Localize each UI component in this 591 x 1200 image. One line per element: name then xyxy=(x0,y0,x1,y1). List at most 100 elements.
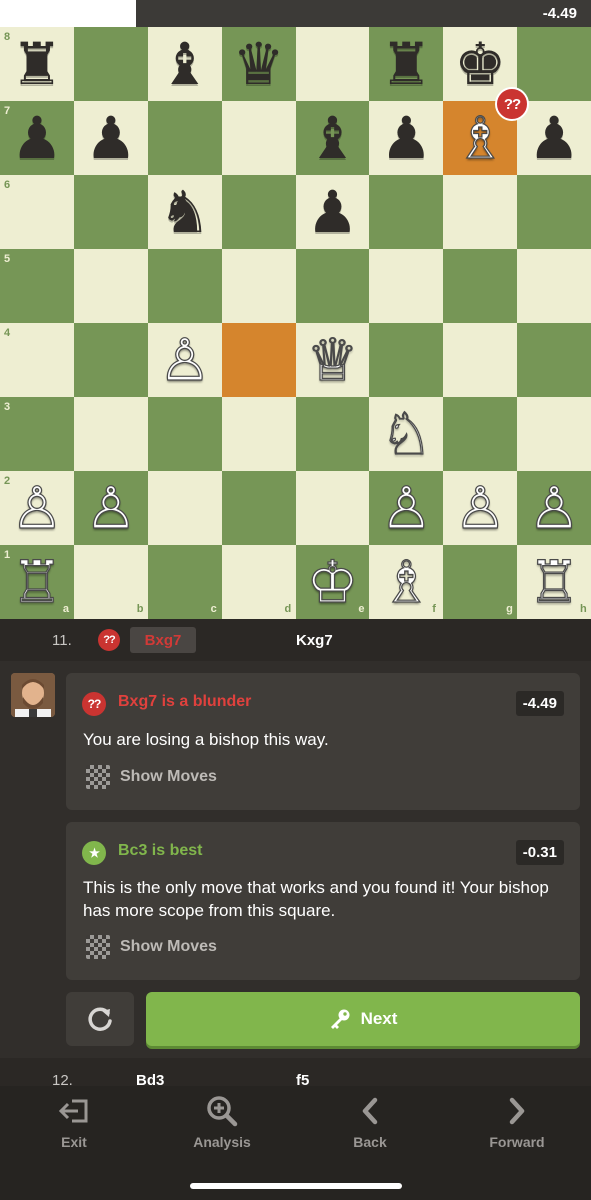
square-h8[interactable] xyxy=(517,27,591,101)
nav-analysis[interactable]: Analysis xyxy=(148,1096,296,1150)
rank-label: 3 xyxy=(4,401,11,413)
black-queen[interactable]: ♛ xyxy=(222,27,296,101)
black-pawn[interactable]: ♟ xyxy=(74,101,148,175)
chevron-left-icon xyxy=(362,1097,378,1125)
move-number: 11. xyxy=(52,632,72,649)
nav-exit[interactable]: Exit xyxy=(0,1096,148,1150)
square-b3[interactable] xyxy=(73,397,148,471)
square-c7[interactable] xyxy=(147,101,222,175)
chess-board[interactable]: 8 7 6 5 4 3 2 1 a b c d e f g h ♜ ♝ ♛ ♜ ♚ ♟ ♟ ♝ ♟ ♗ ♟ ♞ ♟ ♙ ♕ ♘ ♙ ♙ ♙ ♙ ♙ ♖ ♔ ♗… xyxy=(0,27,591,619)
square-d4[interactable] xyxy=(221,323,296,397)
move-list-row: 11. ?? Bxg7 Kxg7 xyxy=(0,619,591,661)
square-a5[interactable] xyxy=(0,249,74,323)
square-a6[interactable] xyxy=(0,175,74,249)
square-f5[interactable] xyxy=(369,249,444,323)
square-c5[interactable] xyxy=(147,249,222,323)
nav-forward[interactable]: Forward xyxy=(443,1096,591,1150)
square-d3[interactable] xyxy=(221,397,296,471)
black-rook[interactable]: ♜ xyxy=(0,27,74,101)
square-h5[interactable] xyxy=(517,249,591,323)
nav-label: Analysis xyxy=(193,1134,251,1150)
white-pawn[interactable]: ♙ xyxy=(369,471,443,545)
white-pawn[interactable]: ♙ xyxy=(74,471,148,545)
eval-value: -4.49 xyxy=(542,5,577,22)
square-e3[interactable] xyxy=(295,397,370,471)
black-move[interactable]: Kxg7 xyxy=(296,632,333,649)
rank-label: 6 xyxy=(4,179,11,191)
eval-bar: -4.49 xyxy=(0,0,591,27)
black-pawn[interactable]: ♟ xyxy=(0,101,74,175)
feedback-score: -0.31 xyxy=(515,840,564,865)
square-h3[interactable] xyxy=(517,397,591,471)
black-bishop[interactable]: ♝ xyxy=(296,101,370,175)
black-knight[interactable]: ♞ xyxy=(148,175,222,249)
square-b5[interactable] xyxy=(73,249,148,323)
square-g6[interactable] xyxy=(443,175,518,249)
square-d6[interactable] xyxy=(221,175,296,249)
show-moves-label: Show Moves xyxy=(120,938,217,955)
white-move[interactable]: Bxg7 xyxy=(130,627,196,653)
black-pawn[interactable]: ♟ xyxy=(296,175,370,249)
nav-back[interactable]: Back xyxy=(296,1096,444,1150)
square-a3[interactable] xyxy=(0,397,74,471)
white-pawn[interactable]: ♙ xyxy=(148,323,222,397)
white-knight[interactable]: ♘ xyxy=(369,397,443,471)
square-h4[interactable] xyxy=(517,323,591,397)
white-rook[interactable]: ♖ xyxy=(517,545,591,619)
show-moves-button[interactable]: Show Moves xyxy=(86,765,217,789)
home-indicator[interactable] xyxy=(190,1183,402,1189)
white-pawn[interactable]: ♙ xyxy=(0,471,74,545)
show-moves-label: Show Moves xyxy=(120,768,217,785)
star-icon: ★ xyxy=(82,841,106,865)
feedback-title: Bxg7 is a blunder xyxy=(118,693,252,710)
board-icon xyxy=(86,935,110,959)
square-g3[interactable] xyxy=(443,397,518,471)
square-d2[interactable] xyxy=(221,471,296,545)
square-e8[interactable] xyxy=(295,27,370,101)
feedback-description: This is the only move that works and you… xyxy=(83,878,549,920)
square-f4[interactable] xyxy=(369,323,444,397)
nav-label: Forward xyxy=(489,1134,545,1150)
square-b4[interactable] xyxy=(73,323,148,397)
show-moves-button[interactable]: Show Moves xyxy=(86,935,217,959)
white-pawn[interactable]: ♙ xyxy=(443,471,517,545)
square-h6[interactable] xyxy=(517,175,591,249)
blunder-icon: ?? xyxy=(495,87,529,121)
nav-label: Exit xyxy=(61,1134,87,1150)
square-d7[interactable] xyxy=(221,101,296,175)
blunder-icon: ?? xyxy=(98,629,120,651)
rank-label: 5 xyxy=(4,253,11,265)
white-king[interactable]: ♔ xyxy=(296,545,370,619)
blunder-icon: ?? xyxy=(82,692,106,716)
black-pawn[interactable]: ♟ xyxy=(369,101,443,175)
key-icon xyxy=(330,1009,350,1029)
feedback-title: Bc3 is best xyxy=(118,842,203,859)
file-label: g xyxy=(506,603,513,615)
square-e2[interactable] xyxy=(295,471,370,545)
square-d5[interactable] xyxy=(221,249,296,323)
square-g4[interactable] xyxy=(443,323,518,397)
white-bishop[interactable]: ♗ xyxy=(369,545,443,619)
file-label: b xyxy=(136,603,144,615)
move-list-row: 12. Bd3 f5 xyxy=(0,1058,591,1088)
black-rook[interactable]: ♜ xyxy=(369,27,443,101)
white-queen[interactable]: ♕ xyxy=(296,323,370,397)
white-rook[interactable]: ♖ xyxy=(0,545,74,619)
square-f6[interactable] xyxy=(369,175,444,249)
square-c2[interactable] xyxy=(147,471,222,545)
retry-button[interactable] xyxy=(66,992,134,1046)
square-g5[interactable] xyxy=(443,249,518,323)
square-b6[interactable] xyxy=(73,175,148,249)
next-label: Next xyxy=(360,1009,398,1028)
file-label: d xyxy=(284,603,292,615)
square-e5[interactable] xyxy=(295,249,370,323)
white-pawn[interactable]: ♙ xyxy=(517,471,591,545)
square-b8[interactable] xyxy=(73,27,148,101)
feedback-description: You are losing a bishop this way. xyxy=(83,730,329,749)
exit-icon xyxy=(58,1099,88,1123)
black-bishop[interactable]: ♝ xyxy=(148,27,222,101)
square-a4[interactable] xyxy=(0,323,74,397)
square-c3[interactable] xyxy=(147,397,222,471)
black-pawn[interactable]: ♟ xyxy=(517,101,591,175)
next-button[interactable]: Next xyxy=(146,992,580,1046)
